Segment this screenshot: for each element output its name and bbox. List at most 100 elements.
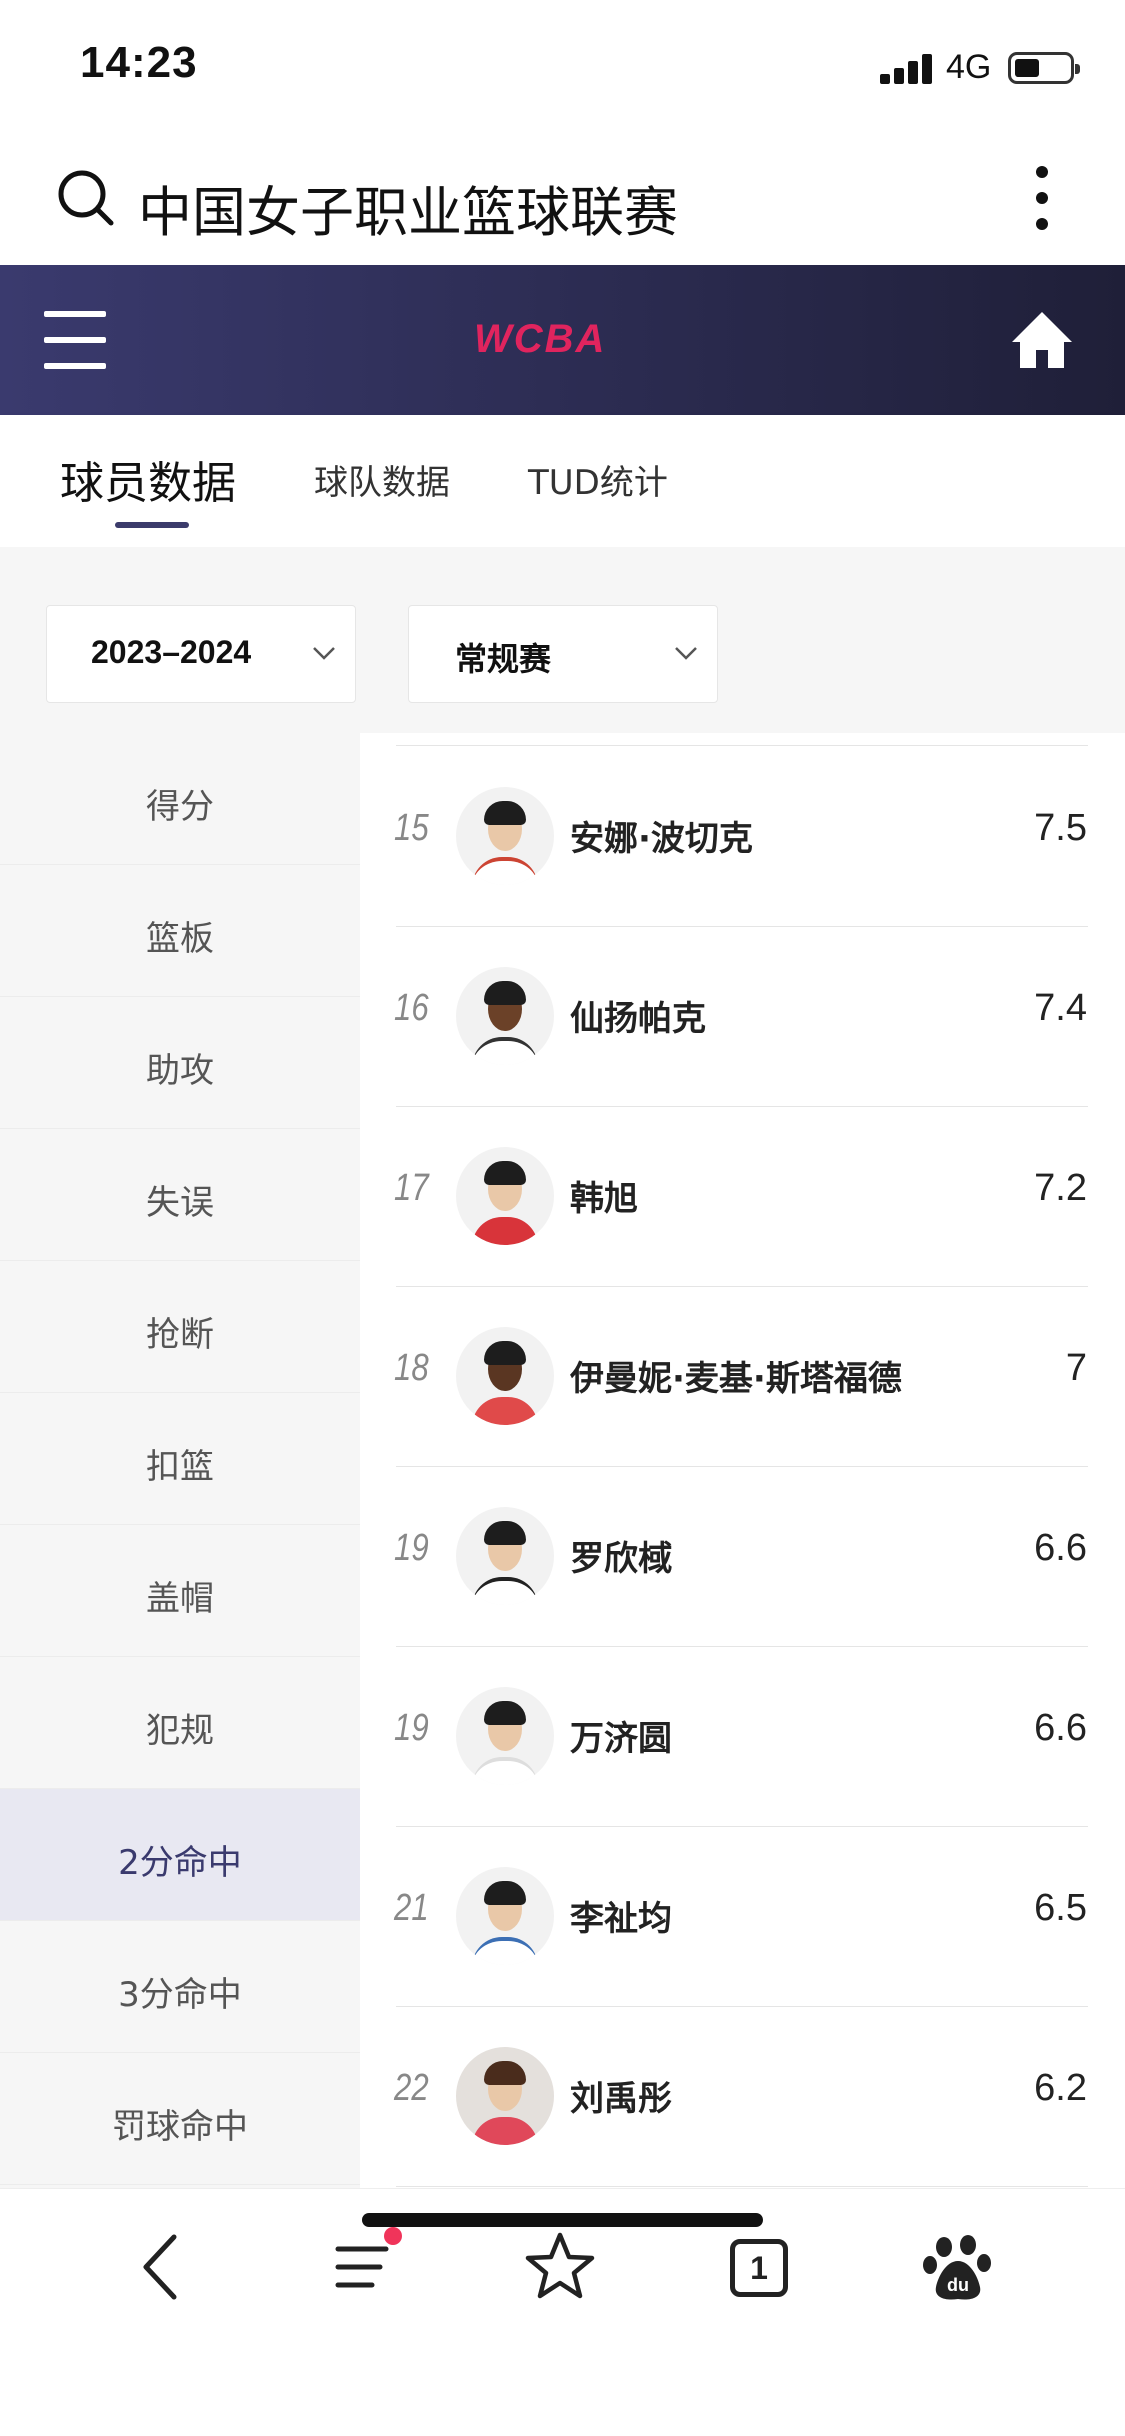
phase-select[interactable]: 常规赛: [408, 605, 718, 703]
baidu-paw-icon[interactable]: du: [918, 2227, 998, 2307]
player-avatar: [456, 1867, 554, 1965]
player-row[interactable]: 22 刘禹彤 6.2: [360, 2007, 1125, 2187]
home-indicator: [362, 2213, 763, 2227]
svg-text:du: du: [947, 2275, 969, 2295]
search-query[interactable]: 中国女子职业篮球联赛: [138, 168, 678, 247]
player-avatar: [456, 1327, 554, 1425]
player-row[interactable]: 18 伊曼妮·麦基·斯塔福德 7: [360, 1287, 1125, 1467]
category-label: 助攻: [146, 1051, 214, 1091]
filter-area: 2023–2024 常规赛: [0, 547, 1125, 733]
star-icon[interactable]: [520, 2227, 600, 2307]
battery-icon: [1008, 52, 1080, 84]
category-label: 得分: [146, 787, 214, 827]
category-points[interactable]: 得分: [0, 733, 360, 865]
tab-count: 1: [730, 2239, 788, 2297]
player-rank: 16: [394, 987, 429, 1029]
player-name: 韩旭: [570, 1179, 638, 1219]
category-2pt-made[interactable]: 2分命中: [0, 1789, 360, 1921]
player-avatar: [456, 1147, 554, 1245]
player-name: 安娜·波切克: [570, 819, 753, 859]
player-stat-value: 7.2: [1034, 1167, 1087, 1209]
back-icon[interactable]: [124, 2227, 204, 2307]
logo-text: WCBA: [474, 317, 607, 361]
player-avatar: [456, 1687, 554, 1785]
tab-player-data[interactable]: 球员数据: [60, 447, 236, 511]
hamburger-menu-icon[interactable]: [44, 307, 106, 373]
menu-icon[interactable]: [324, 2227, 404, 2307]
status-time: 14:23: [80, 38, 198, 87]
player-name: 罗欣棫: [570, 1539, 672, 1579]
stat-category-list: 得分 篮板 助攻 失误 抢断 扣篮 盖帽 犯规 2分命中 3分命中 罚球命中: [0, 733, 360, 2188]
category-label: 盖帽: [146, 1579, 214, 1619]
player-avatar: [456, 967, 554, 1065]
player-rank: 19: [394, 1707, 429, 1749]
player-ranking-list[interactable]: 15 安娜·波切克 7.5 16 仙扬帕克 7.4 17 韩旭 7.2 18 伊…: [360, 733, 1125, 2188]
category-steals[interactable]: 抢断: [0, 1261, 360, 1393]
player-rank: 19: [394, 1527, 429, 1569]
player-stat-value: 7.5: [1034, 807, 1087, 849]
divider: [396, 745, 1088, 746]
active-tab-indicator: [115, 522, 189, 528]
category-label: 3分命中: [118, 1975, 242, 2015]
player-name: 伊曼妮·麦基·斯塔福德: [570, 1359, 902, 1399]
player-stat-value: 6.6: [1034, 1707, 1087, 1749]
player-row[interactable]: 21 李祉均 6.5: [360, 1827, 1125, 2007]
category-label: 罚球命中: [112, 2107, 248, 2147]
status-bar: 14:23 4G: [0, 0, 1125, 130]
season-select-value: 2023–2024: [91, 634, 252, 670]
search-bar[interactable]: 中国女子职业篮球联赛: [0, 130, 1125, 265]
category-turnovers[interactable]: 失误: [0, 1129, 360, 1261]
category-blocks[interactable]: 盖帽: [0, 1525, 360, 1657]
chevron-down-icon: [675, 647, 697, 660]
category-label: 犯规: [146, 1711, 214, 1751]
player-stat-value: 7: [1065, 1347, 1087, 1389]
divider: [396, 2186, 1088, 2187]
player-row[interactable]: 16 仙扬帕克 7.4: [360, 927, 1125, 1107]
category-label: 篮板: [146, 919, 214, 959]
tab-team-data[interactable]: 球队数据: [314, 455, 450, 504]
player-rank: 17: [394, 1167, 429, 1209]
tabs-icon[interactable]: 1: [720, 2227, 800, 2307]
player-row[interactable]: 15 安娜·波切克 7.5: [360, 747, 1125, 927]
category-label: 失误: [146, 1183, 214, 1223]
player-rank: 15: [394, 807, 429, 849]
player-rank: 22: [394, 2067, 429, 2109]
player-stat-value: 6.6: [1034, 1527, 1087, 1569]
category-3pt-made[interactable]: 3分命中: [0, 1921, 360, 2053]
player-rank: 21: [394, 1887, 429, 1929]
chevron-down-icon: [313, 647, 335, 660]
player-name: 刘禹彤: [570, 2079, 672, 2119]
site-header: WCBA: [0, 265, 1125, 415]
category-label: 抢断: [146, 1315, 214, 1355]
player-stat-value: 6.2: [1034, 2067, 1087, 2109]
phase-select-value: 常规赛: [455, 640, 552, 678]
player-name: 仙扬帕克: [570, 999, 706, 1039]
player-name: 万济圆: [570, 1719, 672, 1759]
player-avatar: [456, 2047, 554, 2145]
home-icon[interactable]: [1010, 310, 1074, 370]
data-tabs: 球员数据 球队数据 TUD统计: [0, 415, 1125, 547]
tab-tud-stats[interactable]: TUD统计: [528, 455, 668, 504]
player-stat-value: 6.5: [1034, 1887, 1087, 1929]
notification-dot: [384, 2227, 402, 2245]
player-row[interactable]: 19 罗欣棫 6.6: [360, 1467, 1125, 1647]
signal-icon: [880, 54, 936, 84]
category-dunks[interactable]: 扣篮: [0, 1393, 360, 1525]
search-icon[interactable]: [56, 168, 116, 228]
category-label: 2分命中: [118, 1843, 242, 1883]
category-rebounds[interactable]: 篮板: [0, 865, 360, 997]
wcba-logo[interactable]: WCBA: [474, 293, 654, 387]
player-stat-value: 7.4: [1034, 987, 1087, 1029]
player-rank: 18: [394, 1347, 429, 1389]
player-row[interactable]: 19 万济圆 6.6: [360, 1647, 1125, 1827]
season-select[interactable]: 2023–2024: [46, 605, 356, 703]
category-assists[interactable]: 助攻: [0, 997, 360, 1129]
player-row[interactable]: 17 韩旭 7.2: [360, 1107, 1125, 1287]
more-options-icon[interactable]: [1030, 166, 1054, 230]
player-name: 李祉均: [570, 1899, 672, 1939]
category-ft-made[interactable]: 罚球命中: [0, 2053, 360, 2185]
category-fouls[interactable]: 犯规: [0, 1657, 360, 1789]
category-label: 扣篮: [146, 1447, 214, 1487]
player-avatar: [456, 1507, 554, 1605]
player-avatar: [456, 787, 554, 885]
